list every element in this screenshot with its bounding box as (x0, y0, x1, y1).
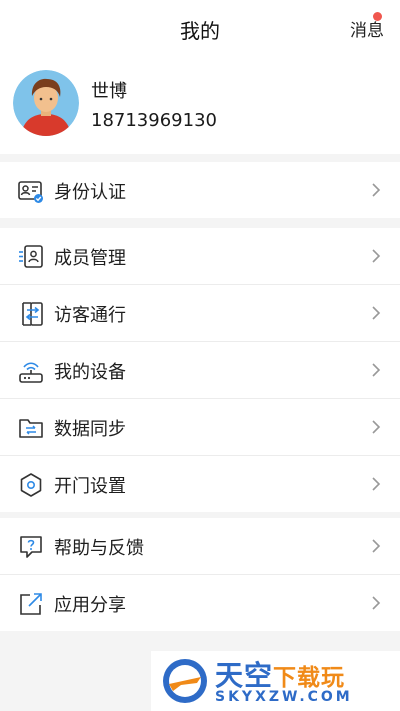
watermark-logo: 天空下载玩 SKYXZW.COM (151, 651, 400, 711)
id-card-icon (18, 181, 43, 203)
section-identity: 身份认证 (0, 162, 400, 218)
menu-item-door-settings[interactable]: 开门设置 (0, 456, 400, 512)
menu-item-share[interactable]: 应用分享 (0, 575, 400, 631)
menu-item-label: 身份认证 (54, 182, 126, 203)
chevron-right-icon (372, 539, 381, 553)
hexagon-settings-icon (20, 473, 42, 497)
folder-sync-icon (19, 419, 43, 438)
user-name: 世博 (91, 81, 127, 102)
chevron-right-icon (372, 306, 381, 320)
chevron-right-icon (372, 363, 381, 377)
menu-item-label: 成员管理 (54, 248, 126, 269)
router-device-icon (19, 362, 43, 383)
header: 我的 消息 (0, 0, 400, 58)
menu-item-label: 我的设备 (54, 362, 126, 383)
menu-item-help[interactable]: 帮助与反馈 (0, 518, 400, 575)
section-support: 帮助与反馈 应用分享 (0, 518, 400, 631)
chevron-right-icon (372, 183, 381, 197)
watermark-plane-icon (163, 659, 207, 703)
user-phone: 18713969130 (91, 110, 217, 131)
chevron-right-icon (372, 420, 381, 434)
watermark-line2: SKYXZW.COM (215, 689, 353, 705)
menu-item-identity[interactable]: 身份认证 (0, 162, 400, 218)
page-title: 我的 (180, 19, 220, 43)
chevron-right-icon (372, 596, 381, 610)
visitor-pass-icon (22, 302, 43, 326)
menu-item-sync[interactable]: 数据同步 (0, 399, 400, 456)
unread-badge (373, 12, 382, 21)
member-icon (19, 245, 43, 268)
menu-item-devices[interactable]: 我的设备 (0, 342, 400, 399)
menu-item-members[interactable]: 成员管理 (0, 228, 400, 285)
menu-item-label: 访客通行 (54, 305, 126, 326)
menu-item-label: 应用分享 (54, 595, 126, 616)
watermark-line1: 天空下载玩 (215, 659, 346, 692)
help-feedback-icon (20, 536, 42, 558)
chevron-right-icon (372, 477, 381, 491)
chevron-right-icon (372, 249, 381, 263)
menu-item-label: 数据同步 (54, 419, 126, 440)
menu-item-label: 帮助与反馈 (54, 538, 144, 559)
profile-card[interactable]: 世博 18713969130 (0, 58, 400, 154)
section-management: 成员管理 访客通行 我的设备 数据同步 开门设置 (0, 228, 400, 512)
menu-item-visitor[interactable]: 访客通行 (0, 285, 400, 342)
menu-item-label: 开门设置 (54, 476, 126, 497)
avatar[interactable] (13, 70, 79, 136)
share-icon (20, 593, 42, 615)
